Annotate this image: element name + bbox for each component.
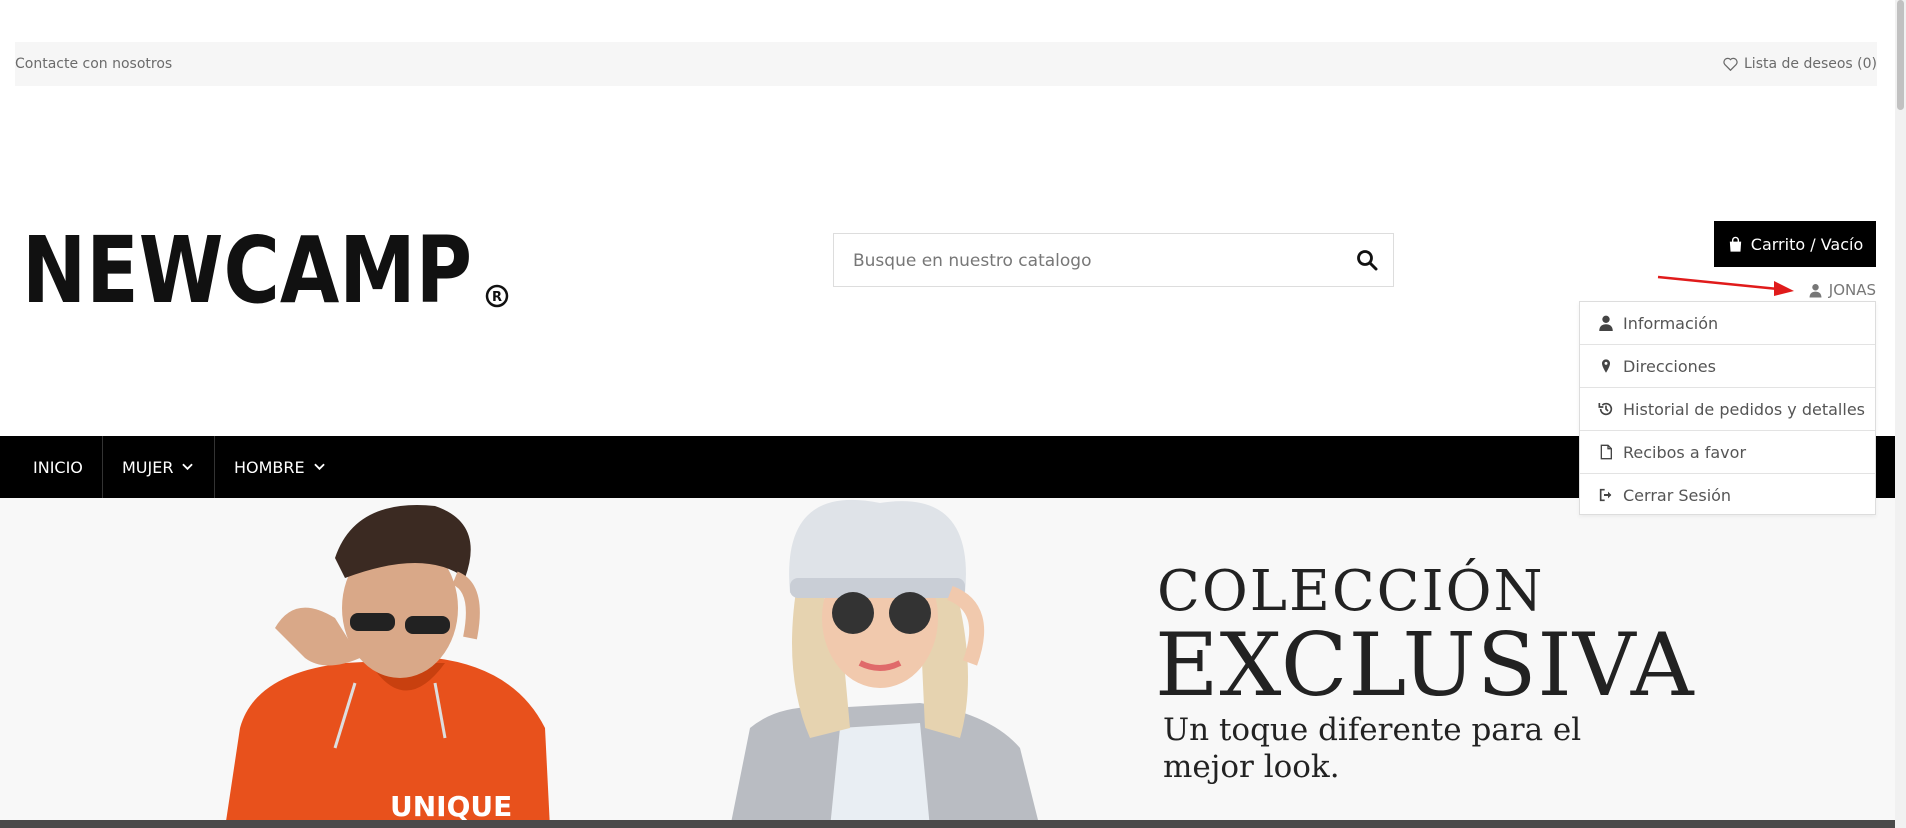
user-icon: [1599, 315, 1613, 331]
cart-button[interactable]: Carrito / Vacío: [1714, 221, 1876, 267]
cart-label: Carrito / Vacío: [1750, 234, 1864, 254]
top-bar: Contacte con nosotros Lista de deseos (0…: [15, 42, 1877, 86]
menu-item-label: Información: [1623, 313, 1719, 333]
wishlist-link[interactable]: Lista de deseos (0): [1723, 56, 1877, 72]
nav-label: INICIO: [33, 457, 83, 477]
search-icon[interactable]: [1355, 248, 1379, 272]
page-scrollbar[interactable]: [1895, 0, 1906, 828]
model-woman-image: [730, 499, 1040, 828]
account-dropdown: Información Direcciones Historial de ped…: [1579, 301, 1876, 515]
menu-item-informacion[interactable]: Información: [1580, 302, 1875, 345]
menu-item-label: Recibos a favor: [1623, 442, 1747, 462]
menu-item-historial[interactable]: Historial de pedidos y detalles: [1580, 388, 1875, 431]
chevron-down-icon: [313, 463, 325, 471]
map-marker-icon: [1602, 359, 1610, 373]
nav-label: HOMBRE: [234, 457, 305, 477]
user-account-link[interactable]: JONAS: [1809, 281, 1876, 299]
hero-banner[interactable]: UNIQUE COLECCIÓN EXCLUSIVA Un toque dife…: [0, 498, 1895, 828]
annotation-arrow: [1657, 275, 1794, 296]
search-box: Busque en nuestro catalogo: [833, 233, 1394, 287]
menu-item-label: Historial de pedidos y detalles: [1623, 399, 1865, 419]
menu-item-recibos[interactable]: Recibos a favor: [1580, 431, 1875, 474]
nav-item-inicio[interactable]: INICIO: [33, 436, 83, 498]
newcamp-logo[interactable]: NEWCAMP R: [22, 226, 510, 310]
chevron-down-icon: [182, 463, 194, 471]
menu-item-direcciones[interactable]: Direcciones: [1580, 345, 1875, 388]
menu-item-label: Direcciones: [1623, 356, 1716, 376]
bottom-strip: [0, 820, 1895, 828]
nav-label: MUJER: [122, 457, 174, 477]
model-man-image: UNIQUE: [225, 505, 550, 828]
nav-item-hombre[interactable]: HOMBRE: [234, 436, 325, 498]
sign-out-icon: [1599, 488, 1612, 502]
file-icon: [1600, 444, 1612, 460]
user-icon: [1809, 283, 1822, 298]
hero-title-line2: EXCLUSIVA: [1155, 614, 1695, 716]
menu-item-label: Cerrar Sesión: [1623, 485, 1732, 505]
scrollbar-thumb[interactable]: [1897, 0, 1904, 110]
wishlist-label: Lista de deseos (0): [1744, 56, 1877, 72]
nav-item-mujer[interactable]: MUJER: [122, 436, 194, 498]
user-name: JONAS: [1828, 281, 1876, 299]
menu-item-cerrar-sesion[interactable]: Cerrar Sesión: [1580, 474, 1875, 516]
nav-divider: [102, 436, 103, 498]
svg-text:UNIQUE: UNIQUE: [390, 790, 512, 823]
heart-icon: [1723, 57, 1738, 71]
logo-text: NEWCAMP: [22, 226, 472, 310]
contact-link[interactable]: Contacte con nosotros: [15, 56, 172, 72]
hero-subtitle: Un toque diferente para el mejor look.: [1163, 712, 1582, 785]
shopping-bag-icon: [1729, 236, 1741, 252]
search-input[interactable]: Busque en nuestro catalogo: [853, 251, 1091, 271]
history-icon: [1598, 402, 1613, 416]
svg-text:R: R: [492, 290, 502, 305]
nav-divider: [214, 436, 215, 498]
